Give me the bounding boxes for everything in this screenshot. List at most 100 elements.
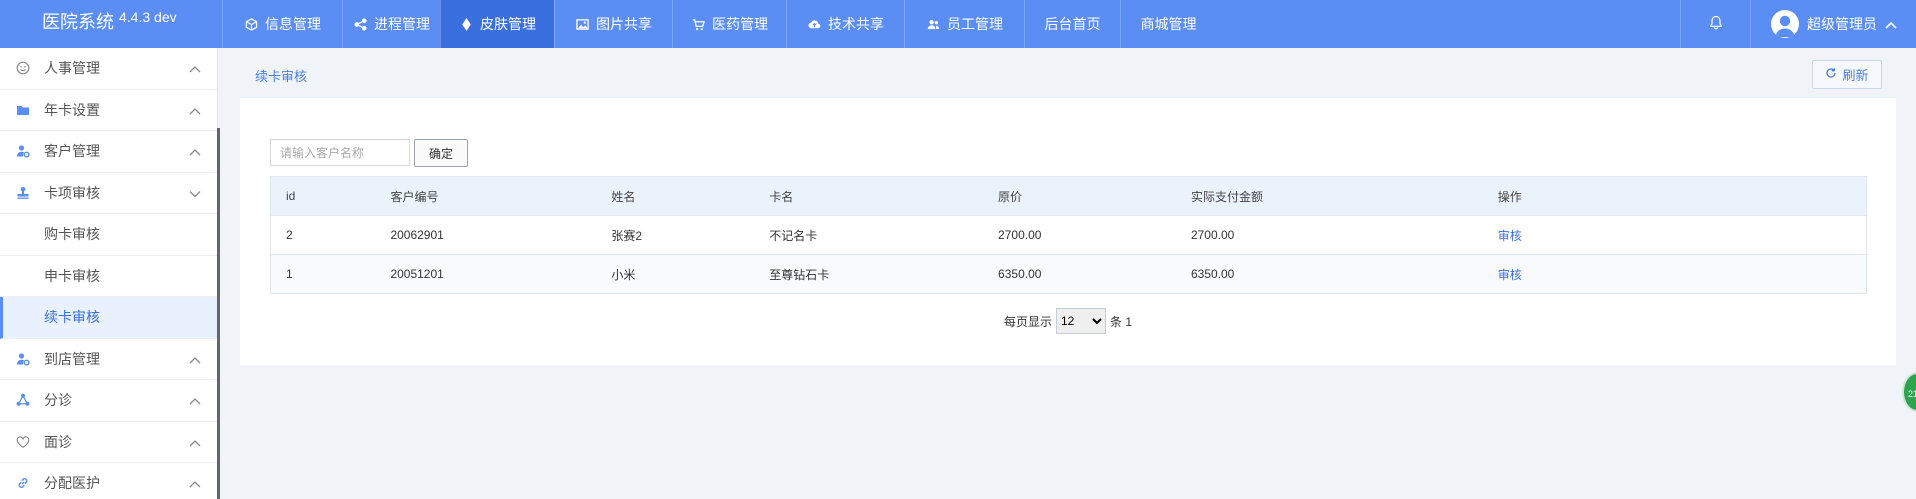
floating-badge[interactable]: 21 bbox=[1902, 372, 1916, 412]
user-menu[interactable]: 超级管理员 bbox=[1750, 0, 1916, 48]
avatar bbox=[1771, 10, 1799, 38]
page-size-select[interactable]: 12 bbox=[1056, 308, 1106, 334]
chevron-up-icon bbox=[189, 102, 201, 118]
nav-item-label: 商城管理 bbox=[1140, 16, 1197, 32]
nav-item-label: 技术共享 bbox=[828, 16, 884, 32]
sidebar-subitem-3[interactable]: 续卡审核 bbox=[0, 297, 217, 339]
nav-item-8[interactable]: 后台首页 bbox=[1024, 0, 1120, 48]
app-version: 4.4.3 dev bbox=[119, 9, 177, 25]
sidebar-subitem-1[interactable]: 购卡审核 bbox=[0, 214, 217, 256]
sidebar: 人事管理年卡设置客户管理卡项审核 购卡审核 申卡审核 续卡审核到店管理分诊面诊分配医护 bbox=[0, 48, 220, 499]
sidebar-item-label: 客户管理 bbox=[44, 143, 100, 160]
nav-item-1[interactable]: 信息管理 bbox=[222, 0, 342, 48]
customer-search-input[interactable] bbox=[270, 139, 410, 166]
image-icon bbox=[575, 17, 589, 31]
nav-item-4[interactable]: 图片共享 bbox=[554, 0, 672, 48]
cell-name: 小米 bbox=[596, 254, 755, 294]
cell-id: 2 bbox=[270, 215, 376, 255]
refresh-button[interactable]: 刷新 bbox=[1812, 60, 1882, 89]
pager-suffix: 条 1 bbox=[1110, 314, 1133, 329]
confirm-button[interactable]: 确定 bbox=[414, 139, 468, 167]
sidebar-item-label: 分诊 bbox=[44, 392, 72, 409]
nav-item-label: 皮肤管理 bbox=[480, 16, 536, 32]
main-nav: 信息管理 进程管理 皮肤管理 图片共享 医药管理 技术共享 员工管理 后台首页 商城管理 bbox=[222, 0, 1216, 48]
chevron-up-icon bbox=[189, 392, 201, 408]
table-row: 1 20051201 小米 至尊钻石卡 6350.00 6350.00 审核 bbox=[270, 254, 1867, 294]
notification-button[interactable] bbox=[1680, 0, 1750, 48]
table-row: 2 20062901 张赛2 不记名卡 2700.00 2700.00 审核 bbox=[270, 215, 1867, 255]
bell-icon bbox=[1709, 15, 1723, 33]
audit-link[interactable]: 审核 bbox=[1498, 229, 1522, 243]
sidebar-item-3[interactable]: 客户管理 bbox=[0, 131, 217, 173]
sidebar-subitem-2[interactable]: 申卡审核 bbox=[0, 256, 217, 297]
sidebar-item-label: 面诊 bbox=[44, 433, 72, 450]
user-cog-icon bbox=[14, 352, 32, 366]
brand: 医院系统 4.4.3 dev bbox=[0, 0, 222, 48]
cell-id: 1 bbox=[270, 254, 376, 294]
renewal-audit-table: id 客户编号 姓名 卡名 原价 实际支付金额 操作 2 20062901 张赛… bbox=[270, 176, 1867, 294]
content-panel: 确定 id 客户编号 姓名 卡名 原价 实际支付金额 操作 2 20062901… bbox=[240, 98, 1896, 365]
sidebar-item-5[interactable]: 到店管理 bbox=[0, 339, 217, 380]
sidebar-item-1[interactable]: 人事管理 bbox=[0, 48, 217, 90]
refresh-label: 刷新 bbox=[1842, 68, 1869, 83]
top-right-area: 超级管理员 bbox=[1680, 0, 1916, 48]
link-icon bbox=[14, 476, 32, 490]
nav-item-label: 医药管理 bbox=[712, 16, 768, 32]
cell-paid-amount: 2700.00 bbox=[1175, 215, 1483, 255]
user-cog-icon bbox=[14, 144, 32, 158]
nav-item-label: 员工管理 bbox=[947, 16, 1003, 32]
cloud-upload-icon bbox=[807, 17, 821, 31]
nav-item-3[interactable]: 皮肤管理 bbox=[440, 0, 554, 48]
cell-card-name: 至尊钻石卡 bbox=[754, 254, 984, 294]
sidebar-item-7[interactable]: 面诊 bbox=[0, 422, 217, 463]
nodes-icon bbox=[14, 393, 32, 407]
sidebar-item-6[interactable]: 分诊 bbox=[0, 380, 217, 422]
nav-item-7[interactable]: 员工管理 bbox=[904, 0, 1024, 48]
col-paid-amount: 实际支付金额 bbox=[1175, 176, 1483, 216]
sidebar-item-2[interactable]: 年卡设置 bbox=[0, 90, 217, 131]
cell-original-price: 2700.00 bbox=[983, 215, 1176, 255]
sidebar-item-4[interactable]: 卡项审核 bbox=[0, 173, 217, 214]
col-customer-no: 客户编号 bbox=[375, 176, 597, 216]
chevron-up-icon bbox=[189, 351, 201, 367]
stamp-icon bbox=[14, 186, 32, 200]
col-original-price: 原价 bbox=[983, 176, 1176, 216]
heart-icon bbox=[14, 435, 32, 449]
nav-item-9[interactable]: 商城管理 bbox=[1120, 0, 1216, 48]
refresh-icon bbox=[1825, 67, 1837, 82]
diamond-icon bbox=[459, 17, 473, 31]
nav-item-label: 后台首页 bbox=[1044, 16, 1101, 32]
chevron-up-icon bbox=[189, 60, 201, 76]
chevron-up-icon bbox=[189, 475, 201, 491]
chevron-up-icon bbox=[189, 143, 201, 159]
col-action: 操作 bbox=[1482, 176, 1867, 216]
nav-item-5[interactable]: 医药管理 bbox=[672, 0, 786, 48]
app-name: 医院系统 bbox=[42, 12, 114, 32]
pagination: 每页显示 12 条 1 bbox=[240, 308, 1896, 334]
sidebar-item-8[interactable]: 分配医护 bbox=[0, 463, 217, 499]
col-name: 姓名 bbox=[596, 176, 755, 216]
cell-customer-no: 20051201 bbox=[375, 254, 597, 294]
smile-icon bbox=[14, 61, 32, 75]
cube-icon bbox=[244, 17, 258, 31]
cart-icon bbox=[691, 17, 705, 31]
folder-icon bbox=[14, 103, 32, 117]
audit-link[interactable]: 审核 bbox=[1498, 268, 1522, 282]
chevron-up-icon bbox=[189, 434, 201, 450]
nav-item-2[interactable]: 进程管理 bbox=[342, 0, 440, 48]
pager-prefix: 每页显示 bbox=[1003, 314, 1052, 329]
sidebar-item-label: 到店管理 bbox=[44, 350, 100, 367]
breadcrumb[interactable]: 续卡审核 bbox=[255, 66, 307, 85]
chevron-up-icon bbox=[1885, 16, 1897, 32]
col-card-name: 卡名 bbox=[754, 176, 984, 216]
col-id: id bbox=[270, 176, 376, 216]
nav-item-label: 信息管理 bbox=[265, 16, 321, 32]
sidebar-item-label: 年卡设置 bbox=[44, 101, 100, 118]
share-icon bbox=[353, 17, 367, 31]
sidebar-item-label: 人事管理 bbox=[44, 60, 100, 77]
top-navbar: 医院系统 4.4.3 dev 信息管理 进程管理 皮肤管理 图片共享 医药管理 技术共享 员… bbox=[0, 0, 1916, 48]
sidebar-item-label: 分配医护 bbox=[44, 475, 100, 492]
cell-name: 张赛2 bbox=[596, 215, 755, 255]
cell-paid-amount: 6350.00 bbox=[1175, 254, 1483, 294]
nav-item-6[interactable]: 技术共享 bbox=[786, 0, 904, 48]
